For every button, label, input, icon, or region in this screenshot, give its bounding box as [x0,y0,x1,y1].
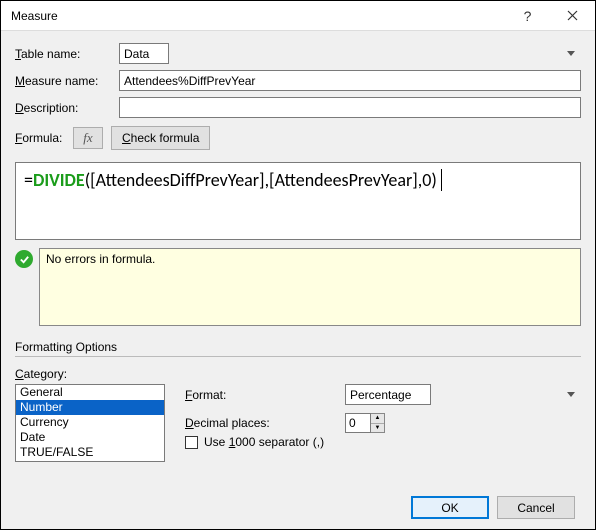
spinner-up[interactable]: ▲ [371,414,384,424]
category-listbox[interactable]: General Number Currency Date TRUE/FALSE [15,384,165,462]
measure-name-label: Measure name: [15,74,119,88]
formula-input[interactable]: =DIVIDE([AttendeesDiffPrevYear],[Attende… [15,162,581,240]
fx-button[interactable]: fx [73,127,103,149]
description-input[interactable] [119,97,581,118]
table-name-label: Table name: [15,47,119,61]
list-item[interactable]: Date [16,430,164,445]
table-name-select[interactable]: Data [119,43,169,64]
titlebar: Measure ? [1,1,595,31]
category-label: Category: [15,367,67,381]
text-cursor [437,169,442,191]
list-item[interactable]: Currency [16,415,164,430]
status-message: No errors in formula. [46,252,155,266]
formula-prefix: = [24,169,33,191]
formula-args: ([AttendeesDiffPrevYear],[AttendeesPrevY… [85,169,437,191]
list-item[interactable]: Number [16,400,164,415]
dialog-content: Table name: Data Measure name: Descripti… [1,31,595,529]
window-title: Measure [11,9,505,23]
success-icon [15,250,33,268]
cancel-button[interactable]: Cancel [497,496,575,519]
decimal-places-label: Decimal places: [185,416,345,430]
thousand-separator-checkbox[interactable] [185,436,198,449]
close-button[interactable] [550,1,595,31]
list-item[interactable]: TRUE/FALSE [16,445,164,460]
decimal-places-input[interactable] [345,413,371,433]
help-button[interactable]: ? [505,1,550,31]
formula-function: DIVIDE [33,169,85,191]
list-item[interactable]: General [16,385,164,400]
description-label: Description: [15,101,119,115]
close-icon [567,10,578,21]
format-label: Format: [185,388,345,402]
ok-button[interactable]: OK [411,496,489,519]
spinner-down[interactable]: ▼ [371,424,384,433]
divider [15,356,581,357]
check-formula-button[interactable]: Check formula [111,126,210,150]
formatting-options-label: Formatting Options [15,340,581,354]
format-select[interactable]: Percentage [345,384,431,405]
thousand-separator-label: Use 1000 separator (,) [204,435,324,449]
formula-label: Formula: [15,131,73,145]
status-message-box: No errors in formula. [39,248,581,326]
measure-name-input[interactable] [119,70,581,91]
decimal-places-spinner[interactable]: ▲ ▼ [371,413,385,433]
